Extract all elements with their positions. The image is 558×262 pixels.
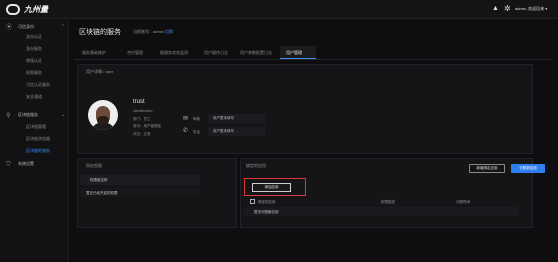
sidebar-item[interactable]: 增强认证	[0, 56, 69, 66]
phone-icon: ✆	[183, 128, 189, 134]
sidebar-group-settings[interactable]: ⛉ 系统设置	[0, 159, 69, 169]
sidebar-item[interactable]: 身份认证	[0, 32, 69, 42]
user-identifier: identification	[133, 109, 153, 113]
bell-icon[interactable]: ▲	[492, 5, 499, 12]
user-department: 部门：员工	[133, 117, 151, 121]
tab-service-maintenance[interactable]: 服务基础维护	[82, 50, 106, 56]
logo-icon	[6, 4, 20, 15]
permissions-title: 所在权限	[86, 163, 102, 168]
sidebar-group-trusted-identity[interactable]: ⦿ 可信身份 ⌃	[0, 22, 69, 32]
switch-link[interactable]: 切换	[165, 29, 173, 34]
avatar	[88, 100, 118, 130]
brand-name: 九州量	[24, 5, 48, 14]
sidebar-item[interactable]: 区块链管理	[0, 122, 69, 132]
shield-icon: ⛉	[6, 162, 11, 168]
profile-section-title: 用户详情 / user	[86, 69, 114, 74]
mail-icon: ✉	[183, 116, 189, 122]
page-title: 区块链的服务	[79, 29, 121, 36]
tab-chain-status[interactable]: 链服务状态监测	[160, 50, 188, 56]
table-row	[244, 207, 518, 216]
chevron-down-icon: ⌄	[61, 112, 66, 118]
user-name: trust	[133, 99, 145, 105]
assign-app-button[interactable]: 分配新应用	[511, 164, 545, 173]
tab-operation-log[interactable]: 用户操作日志	[204, 50, 228, 56]
empty-app-row: 暂未分配新应用	[254, 210, 279, 214]
permission-header: 权限组名称	[90, 178, 108, 182]
permission-empty: 暂无已经开启的权限	[86, 191, 118, 195]
email-value: 用户暂未填写	[208, 114, 265, 123]
gear-icon[interactable]: ✲	[504, 4, 511, 13]
user-status: 状态：正常	[133, 132, 151, 136]
user-menu[interactable]: admin, 欢迎回来 ▾	[515, 6, 547, 12]
new-binding-button[interactable]: 新增绑定应用	[469, 164, 505, 173]
apps-title: 绑定的应用	[246, 163, 266, 168]
sidebar-item[interactable]: 可信认证服务	[0, 80, 69, 90]
phone-label: 电话	[193, 130, 200, 134]
tab-contracts[interactable]: 合约管理	[127, 50, 143, 56]
top-bar	[0, 0, 558, 19]
tab-user-management[interactable]: 用户管理	[286, 50, 302, 56]
select-all-checkbox[interactable]	[250, 199, 255, 204]
user-role: 身份：用户管理者	[133, 124, 161, 128]
link-icon: ⚲	[6, 113, 11, 119]
tab-divider	[74, 59, 552, 60]
account-info: 当前账号：admin 切换	[133, 29, 174, 34]
column-time: 分配时间	[456, 200, 470, 204]
sidebar-item[interactable]: 安全通道	[0, 92, 69, 102]
chevron-down-icon: ⌃	[61, 24, 66, 30]
add-app-button[interactable]: 添加应用	[252, 183, 291, 192]
sidebar-item[interactable]: 权限服务	[0, 68, 69, 78]
phone-value: 用户暂未填写	[208, 127, 265, 136]
column-app: 绑定的应用	[258, 200, 276, 204]
tab-config-log[interactable]: 用户参数配置日志	[240, 50, 272, 56]
sidebar-item[interactable]: 身份服务	[0, 44, 69, 54]
sidebar-item[interactable]: 区块链浏览器	[0, 134, 69, 144]
column-permission: 权限描述	[381, 200, 395, 204]
email-label: 邮箱	[193, 117, 200, 121]
sidebar-group-blockchain[interactable]: ⚲ 区块链服务 ⌄	[0, 110, 69, 120]
sidebar-item-active[interactable]: 区块链的服务	[0, 146, 69, 156]
